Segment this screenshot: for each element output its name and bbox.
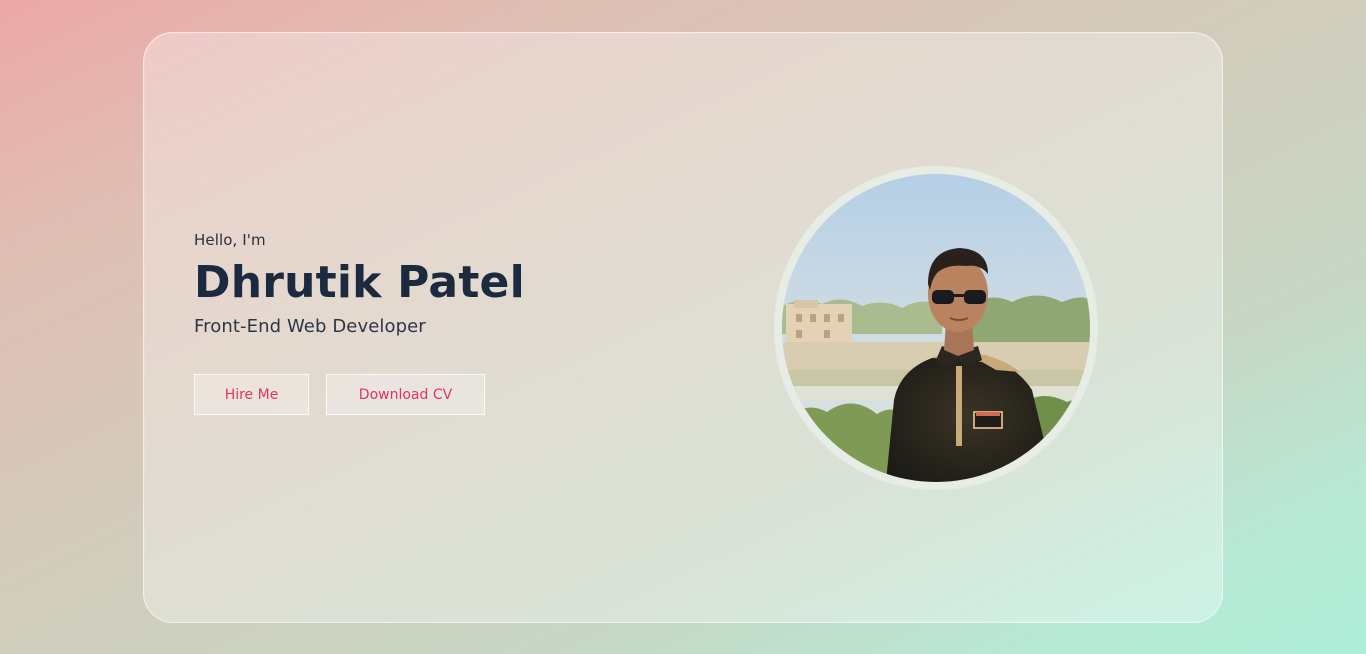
profile-name: Dhrutik Patel xyxy=(194,257,525,308)
hero-card: Hello, I'm Dhrutik Patel Front-End Web D… xyxy=(143,32,1223,623)
hero-actions: Hire Me Download CV xyxy=(194,374,485,415)
profile-photo-frame xyxy=(774,166,1098,490)
download-cv-button[interactable]: Download CV xyxy=(326,374,485,415)
hire-me-button[interactable]: Hire Me xyxy=(194,374,309,415)
intro-block: Hello, I'm Dhrutik Patel Front-End Web D… xyxy=(194,231,525,337)
profile-role: Front-End Web Developer xyxy=(194,316,426,337)
profile-photo xyxy=(782,174,1090,482)
greeting-text: Hello, I'm xyxy=(194,231,266,249)
